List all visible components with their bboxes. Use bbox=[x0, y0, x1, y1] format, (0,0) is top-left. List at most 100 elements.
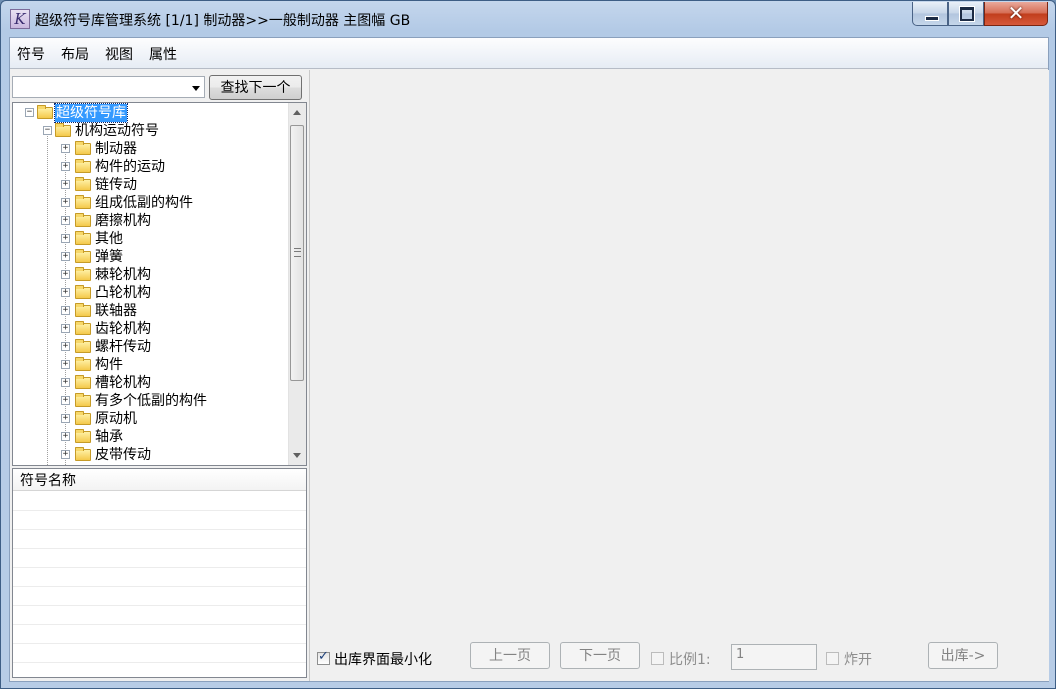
folder-icon bbox=[75, 447, 91, 461]
expand-icon[interactable]: + bbox=[61, 324, 70, 333]
tree-item[interactable]: + 构件 bbox=[13, 356, 288, 374]
folder-icon bbox=[75, 375, 91, 389]
bottom-toolbar: 出库界面最小化 上一页 下一页 比例1: 1 炸开 出库-> bbox=[310, 638, 1049, 680]
menu-properties[interactable]: 属性 bbox=[149, 44, 177, 64]
folder-icon bbox=[75, 303, 91, 317]
close-button[interactable]: ✕ bbox=[984, 2, 1048, 26]
tree-item-label: 凸轮机构 bbox=[95, 285, 151, 301]
title-bar[interactable]: K 超级符号库管理系统 [1/1] 制动器>>一般制动器 主图幅 GB ✕ bbox=[1, 1, 1055, 37]
expand-icon[interactable]: + bbox=[61, 198, 70, 207]
export-button[interactable]: 出库-> bbox=[928, 642, 998, 669]
tree-item[interactable]: + 其他 bbox=[13, 230, 288, 248]
list-row-divider bbox=[13, 510, 306, 511]
expand-icon[interactable]: + bbox=[61, 432, 70, 441]
tree-item-label: 螺杆传动 bbox=[95, 339, 151, 355]
folder-icon bbox=[75, 267, 91, 281]
expand-icon[interactable]: + bbox=[61, 234, 70, 243]
grip-icon bbox=[294, 248, 301, 257]
symbol-tree[interactable]: − 超级符号库 − 机构运动符号 + 制动器 + 构件的运动 + 链传动 + 组成低副的构件 + 磨擦机构… bbox=[12, 102, 307, 466]
expand-icon[interactable]: + bbox=[61, 270, 70, 279]
expand-icon[interactable]: + bbox=[61, 396, 70, 405]
tree-item[interactable]: + 有多个低副的构件 bbox=[13, 392, 288, 410]
maximize-icon bbox=[959, 6, 975, 22]
menu-view[interactable]: 视图 bbox=[105, 44, 133, 64]
minimize-on-export-label[interactable]: 出库界面最小化 bbox=[334, 649, 432, 669]
tree-item-label: 链传动 bbox=[95, 177, 137, 193]
expand-icon[interactable]: + bbox=[61, 414, 70, 423]
scroll-up-icon[interactable] bbox=[293, 110, 301, 115]
tree-item-label: 超级符号库 bbox=[54, 103, 128, 123]
search-combobox[interactable] bbox=[12, 76, 205, 98]
tree-item[interactable]: + 凸轮机构 bbox=[13, 284, 288, 302]
folder-icon bbox=[37, 105, 53, 119]
folder-icon bbox=[75, 411, 91, 425]
menu-symbol[interactable]: 符号 bbox=[17, 44, 45, 64]
find-next-button[interactable]: 查找下一个 bbox=[209, 75, 302, 100]
tree-item[interactable]: + 螺杆传动 bbox=[13, 338, 288, 356]
minimize-button[interactable] bbox=[912, 2, 948, 26]
folder-icon bbox=[75, 159, 91, 173]
symbol-preview-area[interactable]: 出库界面最小化 上一页 下一页 比例1: 1 炸开 出库-> bbox=[309, 70, 1049, 681]
tree-item[interactable]: + 槽轮机构 bbox=[13, 374, 288, 392]
chevron-down-icon[interactable] bbox=[192, 86, 200, 91]
expand-icon[interactable]: + bbox=[61, 216, 70, 225]
collapse-icon[interactable]: − bbox=[43, 126, 52, 135]
close-icon: ✕ bbox=[1007, 1, 1025, 25]
symbol-name-list[interactable]: 符号名称 bbox=[12, 468, 307, 678]
list-column-header[interactable]: 符号名称 bbox=[13, 469, 306, 491]
tree-item[interactable]: + 轴承 bbox=[13, 428, 288, 446]
collapse-icon[interactable]: − bbox=[25, 108, 34, 117]
tree-item[interactable]: + 皮带传动 bbox=[13, 446, 288, 464]
menu-layout[interactable]: 布局 bbox=[61, 44, 89, 64]
prev-page-button[interactable]: 上一页 bbox=[470, 642, 550, 669]
folder-icon bbox=[75, 249, 91, 263]
expand-icon[interactable]: + bbox=[61, 162, 70, 171]
expand-icon[interactable]: + bbox=[61, 252, 70, 261]
tree-item-label: 棘轮机构 bbox=[95, 267, 151, 283]
folder-icon bbox=[75, 285, 91, 299]
tree-item[interactable]: + 构件的运动 bbox=[13, 158, 288, 176]
tree-item-label: 轴承 bbox=[95, 429, 123, 445]
expand-icon[interactable]: + bbox=[61, 342, 70, 351]
folder-icon bbox=[75, 231, 91, 245]
maximize-button[interactable] bbox=[948, 2, 984, 26]
tree-item-label: 皮带传动 bbox=[95, 447, 151, 463]
expand-icon[interactable]: + bbox=[61, 288, 70, 297]
folder-icon bbox=[75, 321, 91, 335]
tree-item[interactable]: + 磨擦机构 bbox=[13, 212, 288, 230]
folder-icon bbox=[55, 123, 71, 137]
scrollbar-thumb[interactable] bbox=[290, 125, 304, 381]
ratio-input[interactable]: 1 bbox=[731, 644, 817, 670]
tree-item-label: 联轴器 bbox=[95, 303, 137, 319]
expand-icon[interactable]: + bbox=[61, 306, 70, 315]
scroll-down-icon[interactable] bbox=[293, 453, 301, 458]
expand-icon[interactable]: + bbox=[61, 144, 70, 153]
tree-item[interactable]: + 组成低副的构件 bbox=[13, 194, 288, 212]
tree-item[interactable]: + 棘轮机构 bbox=[13, 266, 288, 284]
ratio-checkbox[interactable] bbox=[651, 652, 664, 665]
next-page-button[interactable]: 下一页 bbox=[560, 642, 640, 669]
column-header-symbol-name: 符号名称 bbox=[20, 473, 76, 489]
app-icon[interactable]: K bbox=[10, 9, 30, 29]
tree-root[interactable]: − 超级符号库 bbox=[13, 103, 288, 123]
explode-checkbox[interactable] bbox=[826, 652, 839, 665]
expand-icon[interactable]: + bbox=[61, 450, 70, 459]
tree-item-partial bbox=[13, 464, 288, 465]
tree-category[interactable]: − 机构运动符号 bbox=[13, 122, 288, 140]
tree-item-label: 弹簧 bbox=[95, 249, 123, 265]
tree-scrollbar[interactable] bbox=[288, 103, 306, 465]
list-row-divider bbox=[13, 529, 306, 530]
tree-item[interactable]: + 弹簧 bbox=[13, 248, 288, 266]
tree-item[interactable]: + 链传动 bbox=[13, 176, 288, 194]
tree-item-label: 磨擦机构 bbox=[95, 213, 151, 229]
expand-icon[interactable]: + bbox=[61, 180, 70, 189]
minimize-on-export-checkbox[interactable] bbox=[317, 649, 330, 665]
tree-item[interactable]: + 制动器 bbox=[13, 140, 288, 158]
tree-item[interactable]: + 齿轮机构 bbox=[13, 320, 288, 338]
folder-icon bbox=[75, 195, 91, 209]
folder-icon bbox=[75, 213, 91, 227]
expand-icon[interactable]: + bbox=[61, 378, 70, 387]
expand-icon[interactable]: + bbox=[61, 360, 70, 369]
tree-item[interactable]: + 原动机 bbox=[13, 410, 288, 428]
tree-item[interactable]: + 联轴器 bbox=[13, 302, 288, 320]
